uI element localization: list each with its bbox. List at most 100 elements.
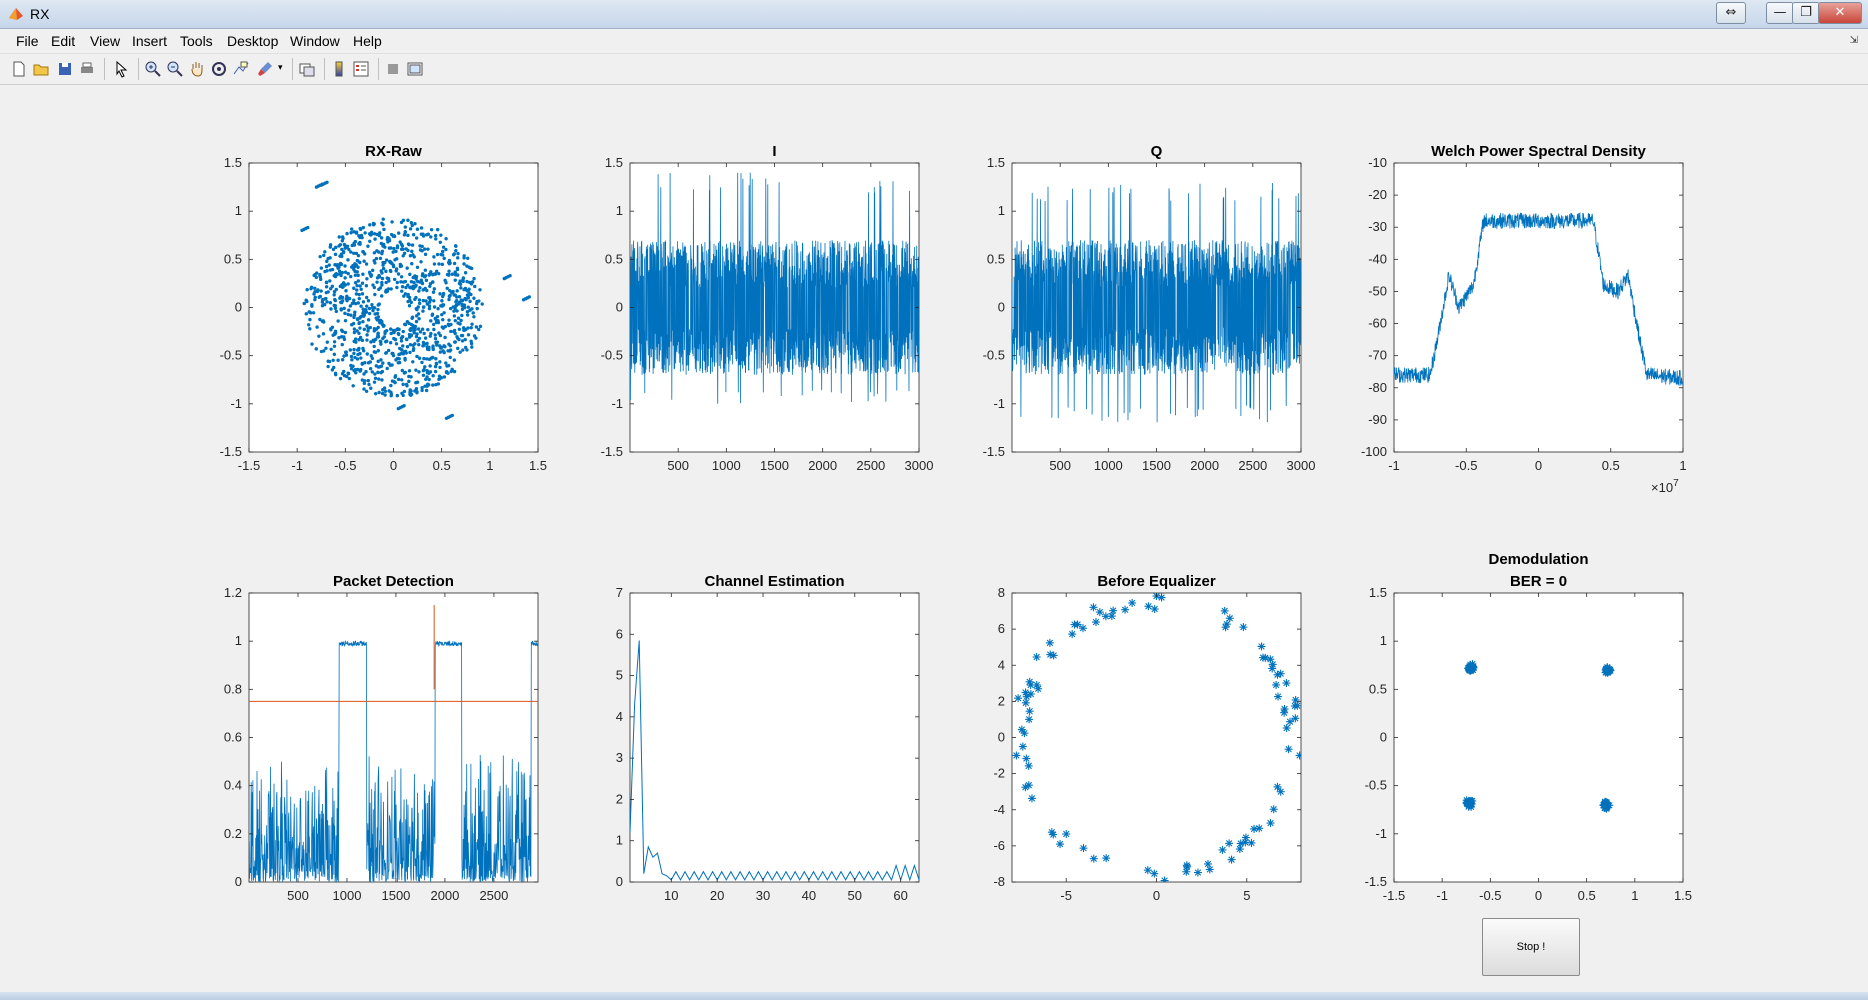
minimize-button[interactable]: — — [1766, 2, 1794, 24]
asterisk-marker — [1605, 801, 1614, 810]
data-point — [341, 281, 346, 285]
data-point — [446, 322, 451, 327]
asterisk-marker — [1225, 614, 1234, 623]
data-point — [313, 295, 317, 300]
data-point — [340, 342, 344, 347]
data-point — [472, 334, 477, 338]
legend-icon[interactable] — [352, 60, 370, 78]
data-point — [454, 303, 459, 308]
data-point — [416, 312, 421, 316]
data-point — [439, 233, 443, 237]
link-plot-icon[interactable] — [298, 60, 316, 78]
menu-dock-arrow-icon[interactable]: ⇲ — [1850, 35, 1858, 46]
data-point — [428, 271, 433, 276]
asterisk-marker — [1464, 798, 1473, 807]
data-point — [403, 279, 408, 284]
data-point — [393, 258, 397, 262]
data-point — [377, 390, 381, 395]
x-tick-label: -5 — [1060, 888, 1072, 903]
data-point — [361, 320, 365, 324]
x-tick-label: 2000 — [1190, 458, 1219, 473]
zoom-out-icon[interactable] — [166, 60, 184, 78]
data-point — [369, 340, 373, 344]
data-point — [326, 290, 330, 294]
asterisk-marker — [1295, 751, 1301, 760]
data-point — [435, 252, 440, 257]
maximize-button[interactable]: ❐ — [1792, 2, 1820, 24]
menu-window[interactable]: Window — [290, 33, 340, 49]
data-point — [429, 319, 433, 323]
data-point — [435, 314, 440, 319]
detection-line — [249, 639, 538, 882]
menu-desktop[interactable]: Desktop — [227, 33, 278, 49]
brush-icon[interactable] — [256, 60, 274, 78]
data-point — [352, 327, 357, 331]
data-point — [433, 233, 438, 238]
menu-edit[interactable]: Edit — [51, 33, 75, 49]
data-point — [403, 322, 408, 327]
stop-button[interactable]: Stop ! — [1482, 918, 1580, 976]
rotate-3d-icon[interactable] — [210, 60, 228, 78]
menu-view[interactable]: View — [90, 33, 120, 49]
menu-file[interactable]: File — [16, 33, 39, 49]
data-point — [448, 288, 452, 293]
colorbar-icon[interactable] — [330, 60, 348, 78]
data-point — [380, 294, 384, 298]
menu-insert[interactable]: Insert — [132, 33, 167, 49]
menu-help[interactable]: Help — [353, 33, 382, 49]
asterisk-marker — [1462, 799, 1471, 808]
data-point — [431, 347, 435, 352]
print-icon[interactable] — [78, 60, 96, 78]
asterisk-marker — [1599, 801, 1608, 810]
data-point — [318, 254, 322, 259]
data-point — [427, 357, 432, 361]
asterisk-marker — [1239, 623, 1248, 632]
new-figure-icon[interactable] — [10, 60, 28, 78]
restore-window-button[interactable]: ⇔ — [1716, 2, 1746, 24]
data-point — [416, 339, 420, 343]
data-cursor-icon[interactable] — [232, 60, 250, 78]
pan-hand-icon[interactable] — [188, 60, 206, 78]
data-point — [370, 232, 374, 236]
data-point — [460, 298, 465, 303]
data-point — [305, 299, 309, 304]
data-point — [373, 372, 377, 376]
data-point — [455, 266, 460, 271]
data-point — [372, 329, 377, 333]
data-point — [337, 244, 341, 248]
data-point — [314, 271, 319, 275]
data-point — [468, 266, 473, 270]
data-point — [418, 248, 423, 252]
edit-plot-arrow-icon[interactable] — [112, 60, 130, 78]
y-tick-label: 0.8 — [224, 681, 242, 696]
show-plot-tools-icon[interactable] — [406, 60, 424, 78]
data-point — [333, 332, 337, 336]
data-point — [425, 357, 429, 361]
data-point — [388, 260, 393, 265]
data-point — [400, 348, 404, 352]
data-point — [448, 355, 452, 360]
data-point — [386, 240, 390, 244]
close-button[interactable]: ✕ — [1818, 2, 1862, 24]
asterisk-marker — [1268, 664, 1277, 673]
open-file-icon[interactable] — [32, 60, 50, 78]
data-point — [375, 318, 379, 322]
zoom-in-icon[interactable] — [144, 60, 162, 78]
data-point — [472, 296, 476, 300]
save-icon[interactable] — [56, 60, 74, 78]
brush-dropdown-icon[interactable]: ▾ — [278, 62, 283, 73]
data-point — [351, 364, 355, 368]
data-point — [331, 333, 335, 337]
data-point — [456, 256, 460, 260]
data-point — [423, 274, 428, 278]
data-point — [404, 382, 409, 387]
data-point — [422, 343, 426, 347]
data-point — [402, 233, 407, 237]
menu-tools[interactable]: Tools — [180, 33, 213, 49]
asterisk-marker — [1600, 803, 1609, 812]
data-point — [360, 361, 364, 366]
data-point — [415, 390, 419, 395]
x-tick-label: -1 — [1388, 458, 1400, 473]
asterisk-marker — [1143, 866, 1152, 875]
hide-plot-tools-icon[interactable] — [384, 60, 402, 78]
